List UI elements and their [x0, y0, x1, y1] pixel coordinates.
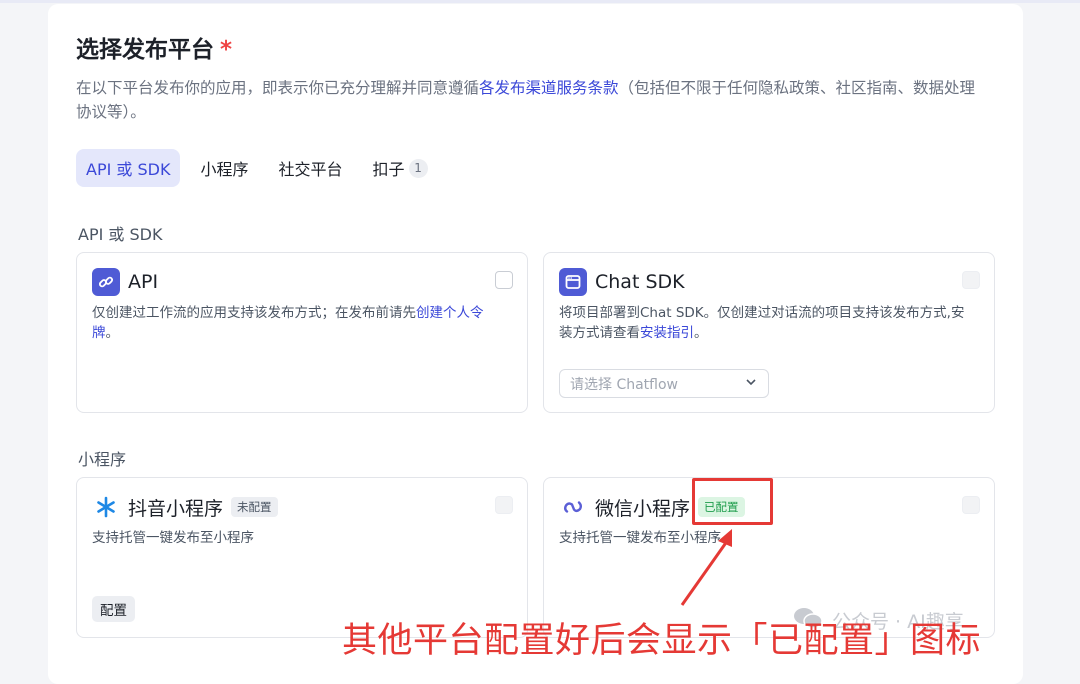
page-title: 选择发布平台 *	[76, 37, 233, 63]
chat-sdk-card-title: Chat SDK	[595, 271, 685, 293]
chat-sdk-card[interactable]: Chat SDK 将项目部署到Chat SDK。仅创建过对话流的项目支持该发布方…	[543, 252, 995, 413]
tab-social-platform[interactable]: 社交平台	[268, 149, 352, 187]
annotation-arrow-icon	[680, 529, 732, 606]
douyin-icon	[92, 493, 120, 521]
section-label-api-sdk: API 或 SDK	[78, 225, 163, 244]
configure-button[interactable]: 配置	[92, 596, 135, 622]
chatflow-select-placeholder: 请选择 Chatflow	[570, 376, 679, 393]
tab-mini-program[interactable]: 小程序	[190, 149, 258, 187]
top-border	[0, 0, 1080, 3]
chatflow-select[interactable]: 请选择 Chatflow	[559, 369, 769, 398]
wechat-card-title: 微信小程序	[595, 497, 691, 520]
wechat-checkbox[interactable]	[962, 496, 980, 514]
tab-count-badge: 1	[408, 158, 428, 178]
douyin-card-title: 抖音小程序	[128, 497, 224, 520]
link-icon	[92, 268, 120, 296]
wechat-card-description: 支持托管一键发布至小程序	[559, 530, 721, 546]
api-card-title: API	[128, 271, 159, 293]
wechat-mini-program-icon	[559, 493, 587, 521]
page-description: 在以下平台发布你的应用，即表示你已充分理解并同意遵循各发布渠道服务条款（包括但不…	[76, 79, 976, 121]
chevron-down-icon	[744, 375, 758, 393]
chat-window-icon	[559, 268, 587, 296]
chat-sdk-checkbox[interactable]	[962, 271, 980, 289]
api-card[interactable]: API 仅创建过工作流的应用支持该发布方式；在发布前请先创建个人令牌。	[76, 252, 528, 413]
platform-tabs: API 或 SDK 小程序 社交平台 扣子 1	[76, 149, 448, 187]
chat-sdk-card-description: 将项目部署到Chat SDK。仅创建过对话流的项目支持该发布方式,安装方式请查看…	[559, 305, 965, 341]
api-card-description: 仅创建过工作流的应用支持该发布方式；在发布前请先创建个人令牌。	[92, 305, 484, 341]
configured-badge-highlight	[692, 478, 773, 525]
tab-coze[interactable]: 扣子 1	[363, 149, 438, 187]
douyin-checkbox[interactable]	[495, 496, 513, 514]
annotation-text: 其他平台配置好后会显示「已配置」图标	[342, 621, 982, 661]
tab-api-sdk[interactable]: API 或 SDK	[76, 149, 181, 187]
terms-link[interactable]: 各发布渠道服务条款	[479, 79, 619, 97]
required-mark: *	[220, 37, 233, 63]
not-configured-badge: 未配置	[231, 497, 278, 517]
api-checkbox[interactable]	[495, 271, 513, 289]
section-label-mini-program: 小程序	[78, 450, 127, 469]
install-guide-link[interactable]: 安装指引	[640, 325, 694, 341]
douyin-card-description: 支持托管一键发布至小程序	[92, 530, 254, 546]
